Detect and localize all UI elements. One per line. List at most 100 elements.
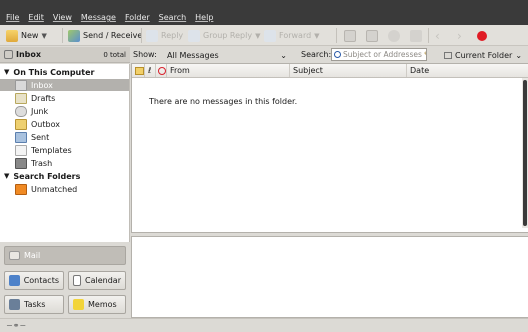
drafts-icon bbox=[15, 92, 27, 104]
calendar-icon bbox=[73, 275, 82, 286]
templates-icon bbox=[15, 144, 27, 156]
expander-icon[interactable]: ▼ bbox=[4, 68, 9, 76]
not-junk-button[interactable] bbox=[410, 28, 422, 43]
empty-list-message: There are no messages in this folder. bbox=[149, 97, 298, 106]
preview-pane bbox=[131, 236, 528, 318]
menu-search[interactable]: Search bbox=[159, 13, 186, 22]
junk-button[interactable] bbox=[388, 28, 400, 43]
switcher-mail-button[interactable]: Mail bbox=[4, 246, 126, 265]
menu-bar: File Edit View Message Folder Search Hel… bbox=[0, 0, 528, 25]
folder-item-junk[interactable]: Junk bbox=[15, 105, 48, 117]
menu-edit[interactable]: Edit bbox=[28, 13, 44, 22]
menu-help[interactable]: Help bbox=[195, 13, 213, 22]
print-button[interactable] bbox=[344, 28, 356, 43]
arrow-left-icon: ‹ bbox=[435, 28, 440, 43]
sent-icon bbox=[15, 131, 27, 143]
chevron-down-icon[interactable]: ▼ bbox=[41, 32, 46, 40]
folder-icon bbox=[444, 51, 452, 59]
expander-icon[interactable]: ▼ bbox=[4, 172, 9, 180]
tasks-icon bbox=[9, 299, 20, 310]
search-icon bbox=[334, 51, 341, 58]
chevron-down-icon: ⌄ bbox=[280, 50, 287, 60]
outbox-icon bbox=[15, 118, 27, 130]
group-reply-button[interactable]: Group Reply ▼ bbox=[188, 28, 260, 43]
search-label: Search: bbox=[301, 50, 332, 59]
new-button[interactable]: New ▼ bbox=[6, 28, 47, 43]
column-date[interactable]: Date bbox=[407, 64, 528, 77]
not-junk-icon bbox=[410, 29, 422, 42]
trash-icon bbox=[15, 157, 27, 169]
search-input[interactable]: Subject or Addresses ✎ bbox=[331, 48, 427, 61]
search-bar: Show: All Messages ⌄ Search: Subject or … bbox=[131, 47, 528, 63]
chevron-down-icon[interactable]: ▼ bbox=[314, 32, 319, 40]
menu-folder[interactable]: Folder bbox=[125, 13, 150, 22]
clear-icon[interactable]: ✎ bbox=[424, 50, 426, 59]
paperclip-icon: ℓ bbox=[148, 66, 152, 75]
back-button[interactable]: ‹ bbox=[435, 28, 440, 43]
stop-icon bbox=[477, 30, 487, 41]
scrollbar-thumb[interactable] bbox=[523, 80, 527, 226]
toolbar-separator bbox=[62, 28, 63, 43]
memos-icon bbox=[73, 299, 84, 310]
switcher-calendar-button[interactable]: Calendar bbox=[68, 271, 126, 290]
chevron-down-icon[interactable]: ▼ bbox=[255, 32, 260, 40]
folder-item-drafts[interactable]: Drafts bbox=[15, 92, 55, 104]
folder-item-sent[interactable]: Sent bbox=[15, 131, 49, 143]
message-list[interactable]: ℓ From Subject Date There are no message… bbox=[131, 63, 528, 233]
search-scope-combo[interactable]: Current Folder ⌄ bbox=[444, 48, 528, 62]
group-reply-icon bbox=[188, 29, 200, 42]
folder-item-inbox[interactable]: Inbox bbox=[0, 79, 129, 91]
folder-item-templates[interactable]: Templates bbox=[15, 144, 72, 156]
column-subject[interactable]: Subject bbox=[290, 64, 407, 77]
toolbar-separator bbox=[141, 28, 142, 43]
print-icon bbox=[344, 29, 356, 42]
switcher-memos-button[interactable]: Memos bbox=[68, 295, 126, 314]
folder-tree: ▼ On This Computer Inbox Drafts Junk Out… bbox=[0, 64, 130, 242]
junk-icon bbox=[15, 105, 27, 117]
column-flag[interactable] bbox=[156, 64, 167, 77]
menu-view[interactable]: View bbox=[53, 13, 72, 22]
reply-button[interactable]: Reply bbox=[146, 28, 183, 43]
reply-icon bbox=[146, 29, 158, 42]
delete-button[interactable] bbox=[366, 28, 378, 43]
send-receive-icon bbox=[68, 29, 80, 42]
chevron-down-icon: ⌄ bbox=[515, 50, 523, 60]
toolbar: New ▼ Send / Receive Reply Group Reply ▼… bbox=[0, 25, 528, 46]
folder-header: Inbox 0 total bbox=[0, 47, 130, 63]
contacts-icon bbox=[9, 275, 20, 286]
group-search-folders[interactable]: ▼ Search Folders bbox=[4, 170, 80, 182]
menu-message[interactable]: Message bbox=[81, 13, 116, 22]
group-on-this-computer[interactable]: ▼ On This Computer bbox=[4, 66, 94, 78]
inbox-icon bbox=[4, 50, 13, 59]
stop-button[interactable] bbox=[477, 28, 487, 43]
folder-item-unmatched[interactable]: Unmatched bbox=[15, 183, 77, 195]
important-icon bbox=[158, 66, 166, 75]
trash-icon bbox=[366, 29, 378, 42]
show-label: Show: bbox=[133, 50, 157, 59]
message-list-header: ℓ From Subject Date bbox=[132, 64, 528, 78]
forward-nav-button[interactable]: › bbox=[457, 28, 462, 43]
junk-icon bbox=[388, 29, 400, 42]
envelope-icon bbox=[135, 66, 144, 75]
forward-button[interactable]: Forward ▼ bbox=[264, 28, 320, 43]
arrow-right-icon: › bbox=[457, 28, 462, 43]
column-status[interactable] bbox=[132, 64, 145, 77]
column-from[interactable]: From bbox=[167, 64, 290, 77]
toolbar-separator bbox=[428, 28, 429, 43]
switcher-tasks-button[interactable]: Tasks bbox=[4, 295, 64, 314]
component-switcher: Mail Contacts Calendar Tasks Memos bbox=[0, 242, 130, 318]
switcher-contacts-button[interactable]: Contacts bbox=[4, 271, 64, 290]
new-mail-icon bbox=[6, 29, 18, 42]
message-list-scrollbar[interactable] bbox=[522, 78, 528, 228]
send-receive-button[interactable]: Send / Receive bbox=[68, 28, 142, 43]
mail-icon bbox=[9, 251, 20, 260]
toolbar-separator bbox=[336, 28, 337, 43]
status-bar: −⚭− bbox=[0, 318, 528, 332]
show-filter-combo[interactable]: All Messages ⌄ bbox=[167, 48, 287, 62]
column-attachment[interactable]: ℓ bbox=[145, 64, 156, 77]
offline-icon[interactable]: −⚭− bbox=[6, 321, 26, 330]
folder-item-outbox[interactable]: Outbox bbox=[15, 118, 60, 130]
folder-item-trash[interactable]: Trash bbox=[15, 157, 52, 169]
menu-file[interactable]: File bbox=[6, 13, 19, 22]
inbox-icon bbox=[15, 79, 27, 91]
